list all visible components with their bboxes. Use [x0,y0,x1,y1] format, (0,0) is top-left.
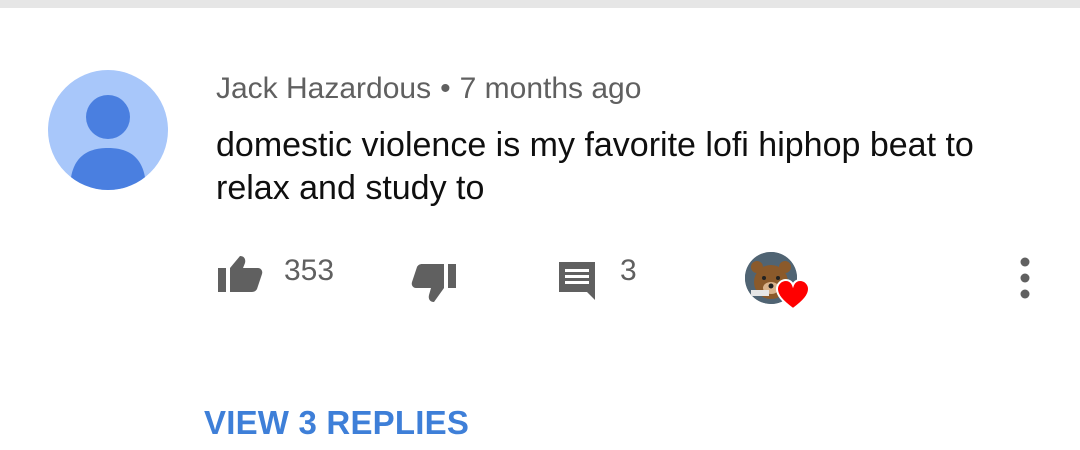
default-user-icon [70,95,146,190]
comment-meta: Jack Hazardous • 7 months ago [216,72,641,106]
author-name[interactable]: Jack Hazardous [216,72,431,105]
heart-icon [776,279,810,311]
reply-count: 3 [620,254,637,287]
meta-separator: • [440,72,451,105]
creator-heart [745,252,811,314]
top-divider [0,0,1080,8]
like-button[interactable] [216,254,264,294]
comment-icon [559,262,595,300]
comment-text: domestic violence is my favorite lofi hi… [216,126,974,207]
thumbs-up-icon [218,256,263,292]
comment-timestamp[interactable]: 7 months ago [460,72,642,105]
avatar[interactable] [48,70,168,190]
more-vertical-icon [1020,257,1030,299]
view-replies-link[interactable]: VIEW 3 REPLIES [204,404,469,442]
thumbs-down-icon [411,264,456,302]
dislike-button[interactable] [410,262,458,304]
more-options-button[interactable] [1010,256,1040,302]
like-count: 353 [284,254,335,287]
reply-button[interactable] [555,258,599,302]
